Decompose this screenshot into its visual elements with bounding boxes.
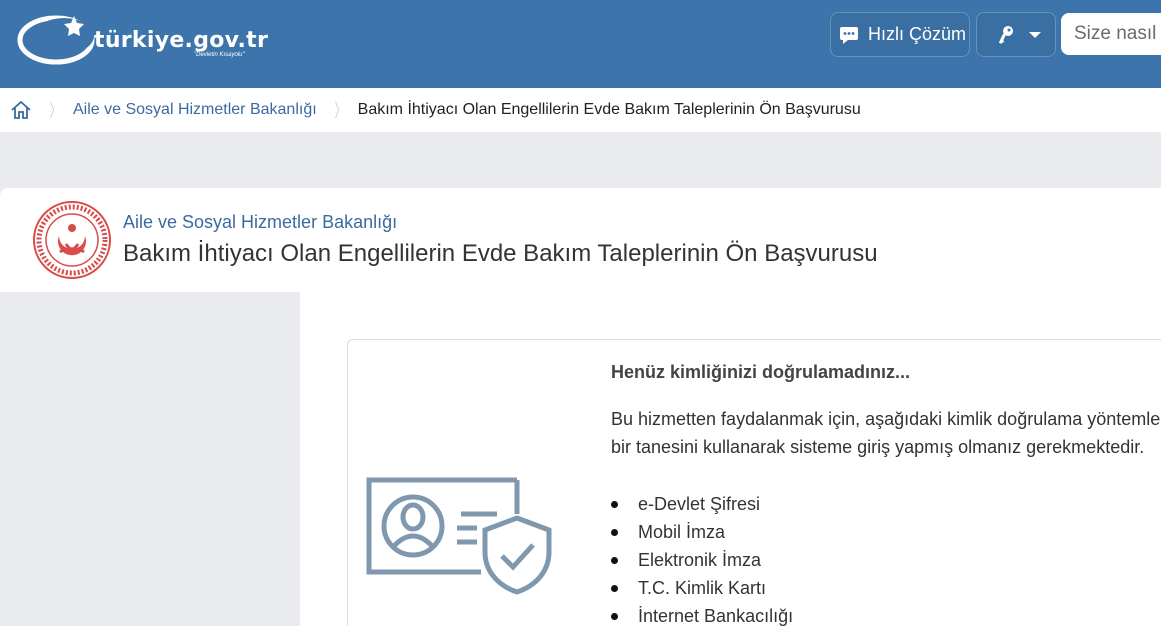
auth-notice-body: Bu hizmetten faydalanmak için, aşağıdaki… xyxy=(611,405,1161,461)
auth-notice-title: Henüz kimliğinizi doğrulamadınız... xyxy=(611,362,911,382)
list-item: Mobil İmza xyxy=(611,518,793,546)
list-item: e-Devlet Şifresi xyxy=(611,490,793,518)
auth-notice-line: bir tanesini kullanarak sisteme giriş ya… xyxy=(611,437,1145,457)
left-sidebar xyxy=(0,292,300,626)
chat-icon xyxy=(840,26,858,44)
logo-crescent-icon xyxy=(17,15,95,65)
auth-notice-line: Bu hizmetten faydalanmak için, aşağıdaki… xyxy=(611,409,1161,429)
quick-solution-label: Hızlı Çözüm xyxy=(868,24,967,44)
home-icon[interactable] xyxy=(10,100,32,120)
service-header: Aile ve Sosyal Hizmetler Bakanlığı Bakım… xyxy=(0,188,1161,292)
service-title: Bakım İhtiyacı Olan Engellilerin Evde Ba… xyxy=(123,240,878,267)
service-organization: Aile ve Sosyal Hizmetler Bakanlığı xyxy=(123,212,398,232)
logo-text: türkiye.gov.tr xyxy=(94,28,269,53)
breadcrumb-separator-icon: 〉 xyxy=(49,101,61,121)
chevron-down-icon xyxy=(1029,31,1041,38)
breadcrumb-separator-icon: 〉 xyxy=(334,101,346,121)
breadcrumb-current: Bakım İhtiyacı Olan Engellilerin Evde Ba… xyxy=(357,101,861,118)
identity-verification-icon xyxy=(366,477,552,595)
top-header: türkiye.gov.tr "Devletin Kısayolu" Hızlı… xyxy=(0,0,1161,88)
quick-solution-button[interactable]: Hızlı Çözüm xyxy=(830,12,970,57)
ministry-seal-logo xyxy=(33,201,111,279)
search-input[interactable] xyxy=(1061,13,1161,55)
turkiye-gov-logo[interactable]: türkiye.gov.tr "Devletin Kısayolu" xyxy=(16,8,276,72)
list-item: T.C. Kimlik Kartı xyxy=(611,574,793,602)
breadcrumb-ministry-link[interactable]: Aile ve Sosyal Hizmetler Bakanlığı xyxy=(73,101,317,119)
key-icon xyxy=(999,25,1013,44)
list-item: İnternet Bankacılığı xyxy=(611,602,793,626)
auth-methods-list: e-Devlet Şifresi Mobil İmza Elektronik İ… xyxy=(611,490,793,626)
breadcrumb: 〉 Aile ve Sosyal Hizmetler Bakanlığı 〉 B… xyxy=(0,88,1161,132)
logo-tagline: "Devletin Kısayolu" xyxy=(194,52,245,58)
list-item: Elektronik İmza xyxy=(611,546,793,574)
login-menu-button[interactable] xyxy=(976,12,1056,57)
